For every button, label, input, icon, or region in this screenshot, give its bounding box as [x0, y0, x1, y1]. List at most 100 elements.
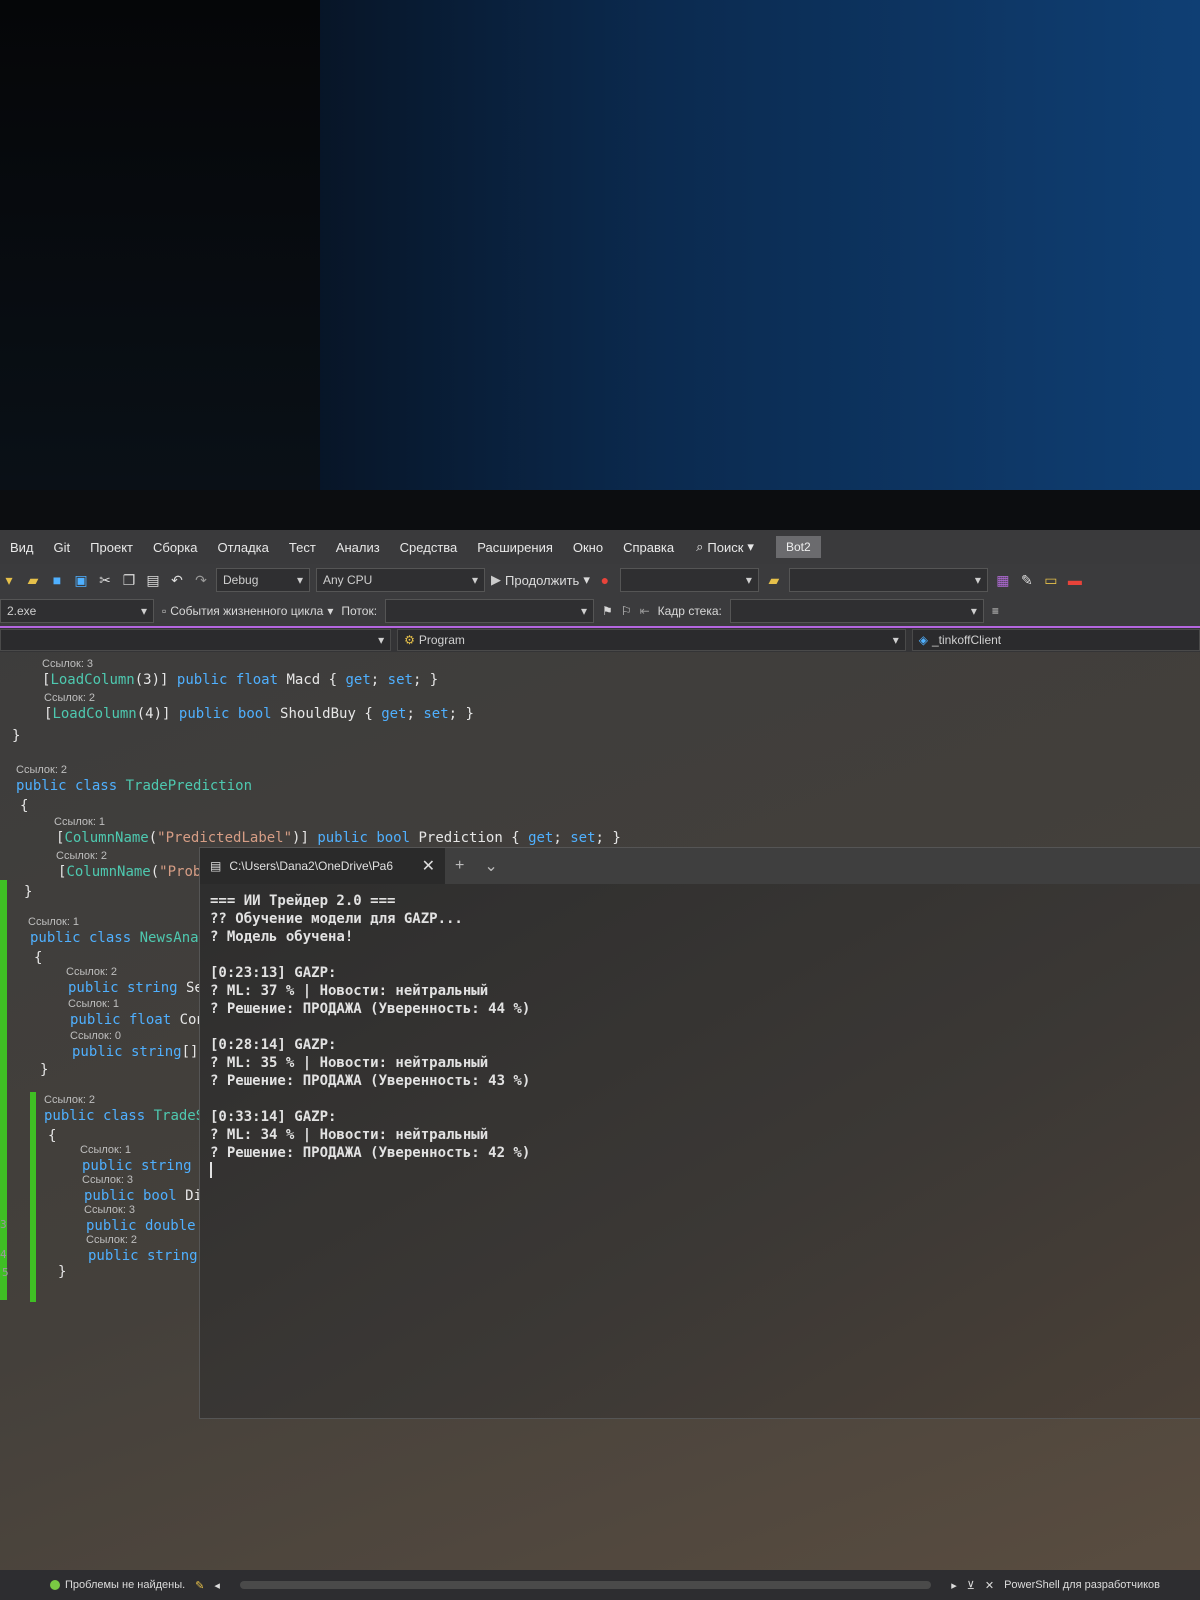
configuration-select[interactable]: Debug ▾: [216, 568, 310, 592]
thread-select[interactable]: ▾: [385, 599, 595, 623]
wrench-icon[interactable]: ✎: [1018, 571, 1036, 589]
code-line: public class TradePrediction: [16, 778, 253, 794]
class-dropdown[interactable]: ⚙ Program ▾: [397, 629, 906, 651]
stack-icon[interactable]: ⇤: [640, 604, 650, 618]
references-codelens[interactable]: Ссылок: 2: [86, 1234, 137, 1246]
menu-window[interactable]: Окно: [563, 540, 613, 555]
continue-button[interactable]: ▶ Продолжить ▾: [491, 572, 590, 588]
class-value: Program: [418, 633, 465, 647]
member-dropdown[interactable]: ◈ _tinkoffClient: [911, 629, 1200, 651]
flag-icon[interactable]: ⚑: [602, 604, 613, 618]
empty-select[interactable]: ▾: [619, 568, 759, 592]
search-button[interactable]: ⌕ Поиск ▾: [684, 539, 766, 555]
open-folder-icon[interactable]: ▰: [24, 571, 42, 589]
references-codelens[interactable]: Ссылок: 2: [44, 1094, 95, 1106]
menu-project[interactable]: Проект: [80, 540, 143, 555]
chevron-down-icon: ▾: [974, 573, 981, 587]
problems-text: Проблемы не найдены.: [65, 1579, 186, 1591]
chevron-left-icon[interactable]: ◂: [214, 1579, 220, 1592]
comment-icon[interactable]: ▭: [1042, 571, 1060, 589]
process-value: 2.exe: [7, 604, 37, 618]
redo-icon[interactable]: ↷: [192, 571, 210, 589]
save-all-icon[interactable]: ▣: [72, 571, 90, 589]
platform-select[interactable]: Any CPU ▾: [316, 568, 485, 592]
terminal-tab-title: C:\Users\Dana2\OneDrive\Ра6: [229, 859, 394, 873]
menu-analyze[interactable]: Анализ: [326, 540, 390, 555]
undo-icon[interactable]: ↶: [168, 571, 186, 589]
overflow-icon[interactable]: ≡: [992, 604, 999, 618]
terminal-output[interactable]: === ИИ Трейдер 2.0 === ?? Обучение модел…: [210, 892, 1190, 1183]
visual-studio-window: Вид Git Проект Сборка Отладка Тест Анали…: [0, 530, 1200, 1600]
menu-bar: Вид Git Проект Сборка Отладка Тест Анали…: [0, 530, 1200, 564]
code-line: [LoadColumn(4)] public bool ShouldBuy { …: [44, 706, 474, 722]
code-line: {: [20, 798, 29, 814]
new-tab-button[interactable]: +: [445, 857, 474, 875]
pin-icon[interactable]: ⊻: [967, 1579, 975, 1592]
code-line: {: [34, 950, 43, 966]
platform-value: Any CPU: [323, 573, 373, 587]
line-number: 4: [0, 1248, 7, 1261]
code-line: [ColumnName("PredictedLabel")] public bo…: [56, 830, 621, 846]
chevron-down-icon: ▾: [296, 573, 303, 587]
references-codelens[interactable]: Ссылок: 3: [84, 1204, 135, 1216]
menu-git[interactable]: Git: [44, 540, 81, 555]
close-icon[interactable]: ✕: [985, 1579, 994, 1592]
flag-all-icon[interactable]: ⚐: [621, 604, 632, 618]
project-dropdown[interactable]: ▾: [0, 629, 392, 651]
references-codelens[interactable]: Ссылок: 1: [68, 998, 119, 1010]
lifecycle-events-button[interactable]: ▫ События жизненного цикла ▾: [162, 604, 333, 618]
references-codelens[interactable]: Ссылок: 1: [28, 916, 79, 928]
references-codelens[interactable]: Ссылок: 3: [82, 1174, 133, 1186]
menu-extensions[interactable]: Расширения: [467, 540, 563, 555]
menu-view[interactable]: Вид: [0, 540, 44, 555]
horizontal-scrollbar[interactable]: [239, 1581, 932, 1589]
brush-icon[interactable]: ✎: [195, 1579, 204, 1592]
folder-icon[interactable]: ▰: [765, 571, 783, 589]
toolbox-icon[interactable]: ▬: [1066, 571, 1084, 589]
code-line: {: [48, 1128, 57, 1144]
terminal-line: ? Решение: ПРОДАЖА (Уверенность: 44 %): [210, 1001, 531, 1017]
diagnostics-icon[interactable]: ▦: [994, 571, 1012, 589]
menu-build[interactable]: Сборка: [143, 540, 208, 555]
stackframe-select[interactable]: ▾: [729, 599, 984, 623]
save-icon[interactable]: ■: [48, 571, 66, 589]
powershell-label[interactable]: PowerShell для разработчиков: [1004, 1579, 1160, 1591]
code-line: public float Conf: [70, 1012, 214, 1028]
code-line: public class TradeSig: [44, 1108, 222, 1124]
chevron-down-icon: ▾: [471, 573, 478, 587]
references-codelens[interactable]: Ссылок: 3: [42, 658, 93, 670]
menu-debug[interactable]: Отладка: [207, 540, 278, 555]
references-codelens[interactable]: Ссылок: 2: [44, 692, 95, 704]
references-codelens[interactable]: Ссылок: 2: [56, 850, 107, 862]
terminal-line: ? ML: 37 % | Новости: нейтральный: [210, 983, 489, 999]
field-icon: ◈: [918, 633, 928, 647]
menu-tools[interactable]: Средства: [390, 540, 468, 555]
new-project-icon[interactable]: ▾: [0, 571, 18, 589]
code-line: }: [58, 1264, 67, 1280]
hot-reload-icon[interactable]: ●: [596, 571, 614, 589]
terminal-line: ? Решение: ПРОДАЖА (Уверенность: 43 %): [210, 1073, 531, 1089]
references-codelens[interactable]: Ссылок: 1: [80, 1144, 131, 1156]
solution-name-badge[interactable]: Bot2: [775, 536, 821, 558]
terminal-tab-bar: ▤ C:\Users\Dana2\OneDrive\Ра6 ✕ + ⌄: [200, 848, 1200, 884]
problems-indicator[interactable]: Проблемы не найдены.: [50, 1579, 185, 1591]
terminal-tab[interactable]: ▤ C:\Users\Dana2\OneDrive\Ра6 ✕: [200, 848, 445, 884]
terminal-line: ?? Обучение модели для GAZP...: [210, 911, 463, 927]
menu-test[interactable]: Тест: [279, 540, 326, 555]
chevron-right-icon[interactable]: ▸: [951, 1579, 957, 1592]
references-codelens[interactable]: Ссылок: 2: [66, 966, 117, 978]
terminal-window: ▤ C:\Users\Dana2\OneDrive\Ра6 ✕ + ⌄ === …: [200, 848, 1200, 1418]
copy-icon[interactable]: ❐: [120, 571, 138, 589]
empty-select-2[interactable]: ▾: [788, 568, 988, 592]
process-select[interactable]: 2.exe ▾: [0, 599, 154, 623]
paste-icon[interactable]: ▤: [144, 571, 162, 589]
references-codelens[interactable]: Ссылок: 0: [70, 1030, 121, 1042]
cut-icon[interactable]: ✂: [96, 571, 114, 589]
chevron-down-icon[interactable]: ⌄: [474, 856, 507, 876]
references-codelens[interactable]: Ссылок: 1: [54, 816, 105, 828]
menu-help[interactable]: Справка: [613, 540, 684, 555]
close-icon[interactable]: ✕: [422, 856, 435, 876]
references-codelens[interactable]: Ссылок: 2: [16, 764, 67, 776]
